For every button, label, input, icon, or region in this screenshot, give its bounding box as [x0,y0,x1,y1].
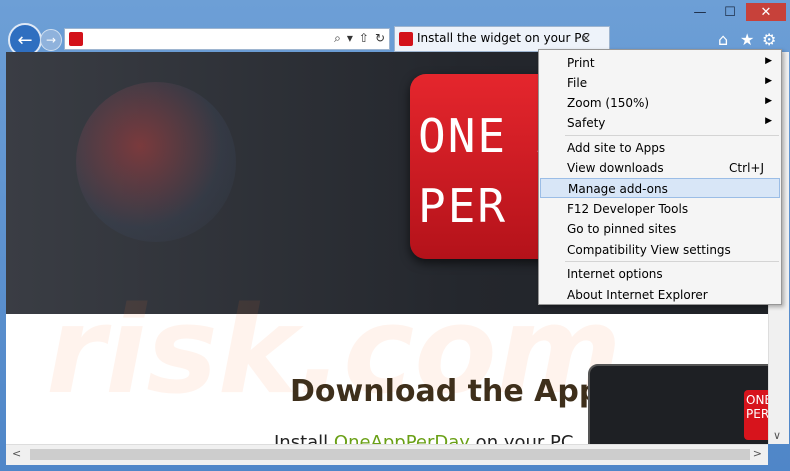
download-heading: Download the App [290,374,601,409]
tab-title: Install the widget on your PC [417,31,590,45]
submenu-arrow-icon: ▶ [765,76,772,86]
tools-gear-icon[interactable]: ⚙ [762,30,776,49]
compat-icon[interactable]: ⇧ [359,31,369,46]
scroll-down-icon[interactable]: ∨ [773,429,781,442]
submenu-arrow-icon: ▶ [765,116,772,126]
menu-item-manage-add-ons[interactable]: Manage add-ons [540,178,780,198]
search-icon[interactable]: ⌕ [334,31,341,46]
menu-item-pinned-sites[interactable]: Go to pinned sites [540,219,780,239]
menu-item-print[interactable]: Print ▶ [540,53,780,73]
tools-menu: Print ▶ File ▶ Zoom (150%) ▶ Safety ▶ Add si… [538,49,782,305]
menu-item-add-site-to-apps[interactable]: Add site to Apps [540,138,780,158]
favorites-icon[interactable]: ★ [740,30,754,49]
install-prefix: Install [274,432,334,444]
scroll-right-icon[interactable]: > [753,447,762,460]
menu-item-f12-tools[interactable]: F12 Developer Tools [540,199,780,219]
install-text: Install OneAppPerDay on your PC [274,432,573,444]
menu-item-internet-options[interactable]: Internet options [540,264,780,284]
menu-item-safety[interactable]: Safety ▶ [540,113,780,133]
tab-favicon-icon [399,32,413,46]
dropdown-icon[interactable]: ▾ [347,31,353,46]
back-arrow-icon: ← [17,29,33,51]
submenu-arrow-icon: ▶ [765,96,772,106]
refresh-icon[interactable]: ↻ [375,31,385,46]
menu-item-view-downloads[interactable]: View downloads Ctrl+J [540,158,780,178]
device-logo: ONE PER [744,390,768,440]
address-bar[interactable]: ⌕ ▾ ⇧ ↻ [64,28,390,50]
app-link[interactable]: OneAppPerDay [334,432,470,444]
menu-item-zoom[interactable]: Zoom (150%) ▶ [540,93,780,113]
globe-graphic [76,82,236,242]
menu-separator [565,135,779,136]
minimize-button[interactable]: — [686,3,714,21]
maximize-button[interactable]: ☐ [716,3,744,21]
home-icon[interactable]: ⌂ [718,30,728,49]
scroll-left-icon[interactable]: < [12,447,21,460]
tab-close-icon[interactable]: × [581,31,591,45]
close-window-button[interactable]: ✕ [746,3,786,21]
menu-item-file[interactable]: File ▶ [540,73,780,93]
scroll-thumb[interactable] [30,449,750,460]
menu-item-compat-view[interactable]: Compatibility View settings [540,240,780,260]
submenu-arrow-icon: ▶ [765,56,772,66]
site-favicon-icon [69,32,83,46]
forward-arrow-icon: → [45,33,57,47]
forward-button[interactable]: → [40,29,62,51]
menu-separator [565,261,779,262]
device-preview: ONE PER [588,364,768,444]
install-suffix: on your PC [469,432,574,444]
menu-item-about-ie[interactable]: About Internet Explorer [540,285,780,305]
horizontal-scrollbar[interactable]: < > [6,444,768,465]
